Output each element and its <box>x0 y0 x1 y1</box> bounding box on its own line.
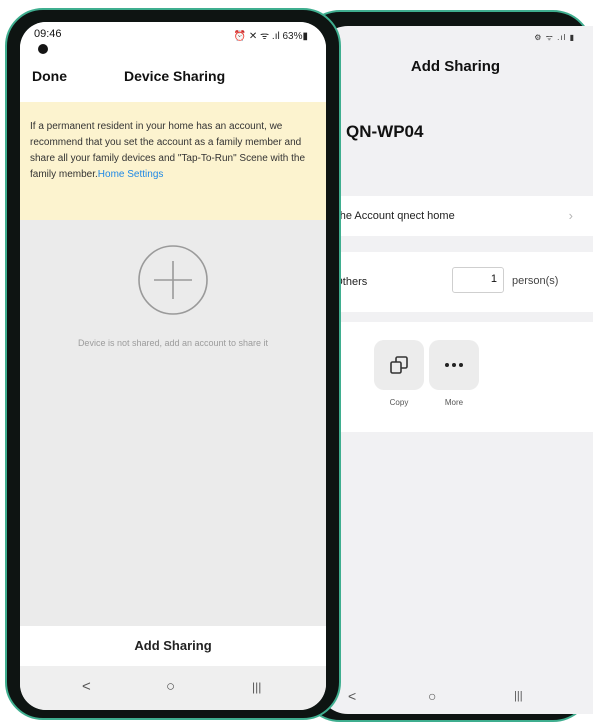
nav-recents-button[interactable]: ||| <box>514 690 523 702</box>
chevron-right-icon: › <box>568 208 573 223</box>
empty-state-message: Device is not shared, add an account to … <box>77 338 269 348</box>
add-sharing-label: Add Sharing <box>134 638 212 653</box>
copy-label: Copy <box>389 398 409 407</box>
more-label: More <box>444 398 464 407</box>
notice-body: If a permanent resident in your home has… <box>30 121 306 180</box>
nav-back-button[interactable]: < <box>82 678 91 695</box>
nav-home-button[interactable]: ○ <box>166 678 175 695</box>
share-account-label: ith the Account qnect home <box>322 210 455 222</box>
device-name: QN-WP04 <box>346 122 424 141</box>
person-unit-label: person(s) <box>512 275 559 287</box>
notice-text: If a permanent resident in your home has… <box>30 119 315 183</box>
device-sharing-screen: 09:46 ⏰ ✕ ᯤ .ıl 63%▮ Done Device Sharing… <box>20 22 326 710</box>
page-title: Device Sharing <box>124 68 226 84</box>
copy-button[interactable] <box>374 340 424 390</box>
navigation-bar: < ○ ||| <box>20 666 326 710</box>
camera-icon <box>38 44 48 54</box>
add-sharing-screen: ⚙ ᯤ .ıl ▮ Add Sharing QN-WP04 ith the Ac… <box>318 26 593 714</box>
page-title: Add Sharing <box>410 58 501 75</box>
status-time: 09:46 <box>34 28 62 40</box>
share-account-row[interactable]: ith the Account qnect home › <box>318 196 593 236</box>
nav-recents-button[interactable]: ||| <box>252 680 261 694</box>
header: 09:46 ⏰ ✕ ᯤ .ıl 63%▮ Done Device Sharing <box>20 22 326 102</box>
person-count-input[interactable]: 1 <box>452 267 504 293</box>
nav-back-button[interactable]: < <box>348 688 356 704</box>
more-button[interactable] <box>429 340 479 390</box>
notice-banner: If a permanent resident in your home has… <box>20 102 326 220</box>
more-icon <box>445 363 463 367</box>
home-settings-link[interactable]: Home Settings <box>98 169 164 180</box>
done-button[interactable]: Done <box>32 68 67 84</box>
status-icons: ⚙ ᯤ .ıl ▮ <box>534 33 575 42</box>
add-sharing-button[interactable]: Add Sharing <box>20 626 326 666</box>
copy-icon <box>390 356 408 374</box>
nav-home-button[interactable]: ○ <box>428 688 436 704</box>
add-account-icon[interactable] <box>137 244 209 316</box>
status-icons: ⏰ ✕ ᯤ .ıl 63%▮ <box>233 31 308 42</box>
